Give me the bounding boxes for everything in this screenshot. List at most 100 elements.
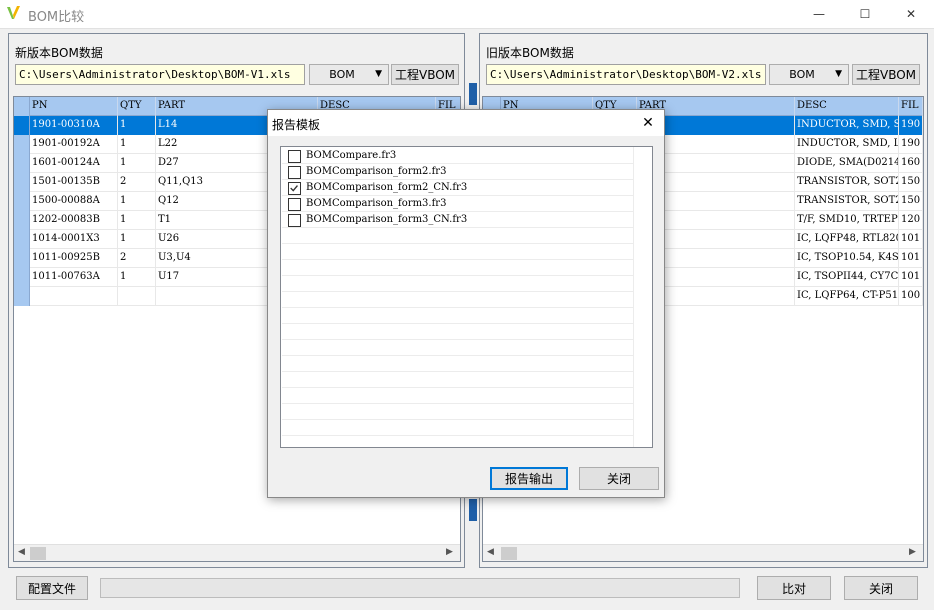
old-bom-type-select[interactable]: BOM ▼ (769, 64, 849, 85)
empty-row (282, 404, 634, 420)
row-indicator (14, 192, 30, 211)
cell-desc[interactable]: IC, LQFP64, CT-P51A (795, 287, 899, 306)
bottom-bar: 配置文件 比对 关闭 (0, 571, 934, 610)
row-indicator (14, 116, 30, 135)
cell-pn[interactable]: 1014-0001X3 (30, 230, 118, 249)
dialog-title-bar: 报告模板 ✕ (268, 110, 664, 136)
cell-fil[interactable]: 190 (899, 135, 923, 154)
cell-qty[interactable] (118, 287, 156, 306)
cell-pn[interactable]: 1011-00925B (30, 249, 118, 268)
window-close-button[interactable]: ✕ (888, 0, 934, 28)
col-header-qty[interactable]: QTY (118, 97, 156, 116)
row-indicator (14, 287, 30, 306)
cell-qty[interactable]: 2 (118, 173, 156, 192)
template-checkbox[interactable] (288, 150, 301, 163)
template-label: BOMComparison_form2_CN.fr3 (306, 182, 468, 193)
cell-fil[interactable]: 101 (899, 249, 923, 268)
splitter-grip-bottom-icon[interactable] (469, 499, 477, 521)
cell-fil[interactable]: 101 (899, 268, 923, 287)
cell-fil[interactable]: 100 (899, 287, 923, 306)
col-header-pn[interactable]: PN (30, 97, 118, 116)
progress-bar (100, 578, 740, 598)
template-checkbox[interactable] (288, 198, 301, 211)
cell-fil[interactable]: 150 (899, 173, 923, 192)
cell-qty[interactable]: 1 (118, 192, 156, 211)
cell-fil[interactable]: 160 (899, 154, 923, 173)
cell-qty[interactable]: 1 (118, 230, 156, 249)
cell-pn[interactable]: 1901-00192A (30, 135, 118, 154)
scroll-left-icon[interactable]: ◀ (487, 547, 494, 557)
cell-pn[interactable]: 1601-00124A (30, 154, 118, 173)
maximize-button[interactable]: ☐ (842, 0, 888, 28)
template-list[interactable]: BOMCompare.fr3 BOMComparison_form2.fr3 B… (280, 146, 653, 448)
window-title-bar: BOM比较 — ☐ ✕ (0, 0, 934, 28)
cell-pn[interactable]: 1202-00083B (30, 211, 118, 230)
minimize-button[interactable]: — (796, 0, 842, 28)
cell-pn[interactable]: 1901-00310A (30, 116, 118, 135)
template-item[interactable]: BOMComparison_form2.fr3 (282, 164, 634, 180)
template-item[interactable]: BOMComparison_form3_CN.fr3 (282, 212, 634, 228)
old-bom-horizontal-scrollbar[interactable]: ◀ ▶ (483, 544, 923, 561)
scroll-thumb[interactable] (30, 547, 46, 560)
template-item[interactable]: BOMComparison_form3.fr3 (282, 196, 634, 212)
new-bom-path-input[interactable]: C:\Users\Administrator\Desktop\BOM-V1.xl… (15, 64, 305, 85)
cell-qty[interactable]: 1 (118, 116, 156, 135)
col-header-desc[interactable]: DESC (795, 97, 899, 116)
config-file-button[interactable]: 配置文件 (16, 576, 88, 600)
empty-row (282, 228, 634, 244)
old-bom-path-input[interactable]: C:\Users\Administrator\Desktop\BOM-V2.xl… (486, 64, 766, 85)
cell-desc[interactable]: INDUCTOR, SMD, SCD0 (795, 116, 899, 135)
scroll-left-icon[interactable]: ◀ (18, 547, 25, 557)
cell-desc[interactable]: T/F, SMD10, TRTEP13 (795, 211, 899, 230)
cell-qty[interactable]: 2 (118, 249, 156, 268)
cell-desc[interactable]: TRANSISTOR, SOT23- (795, 173, 899, 192)
cell-qty[interactable]: 1 (118, 211, 156, 230)
old-vbom-button[interactable]: 工程VBOM (852, 64, 920, 85)
template-checkbox[interactable] (288, 166, 301, 179)
cell-qty[interactable]: 1 (118, 154, 156, 173)
cell-desc[interactable]: IC, LQFP48, RTL8201 (795, 230, 899, 249)
template-checkbox-checked[interactable] (288, 182, 301, 195)
compare-button[interactable]: 比对 (757, 576, 831, 600)
template-item[interactable]: BOMCompare.fr3 (282, 148, 634, 164)
cell-desc[interactable]: IC, TSOPII44, CY7C1 (795, 268, 899, 287)
report-export-button[interactable]: 报告输出 (490, 467, 568, 490)
template-checkbox[interactable] (288, 214, 301, 227)
cell-fil[interactable]: 190 (899, 116, 923, 135)
maximize-icon: ☐ (859, 7, 871, 21)
cell-qty[interactable]: 1 (118, 135, 156, 154)
scroll-right-icon[interactable]: ▶ (909, 547, 916, 557)
cell-desc[interactable]: IC, TSOP10.54, K4S64 (795, 249, 899, 268)
close-button[interactable]: 关闭 (844, 576, 918, 600)
dialog-cancel-button[interactable]: 关闭 (579, 467, 659, 490)
new-bom-horizontal-scrollbar[interactable]: ◀ ▶ (14, 544, 460, 561)
new-vbom-button[interactable]: 工程VBOM (391, 64, 459, 85)
cell-pn[interactable] (30, 287, 118, 306)
cell-desc[interactable]: DIODE, SMA(D0214AC (795, 154, 899, 173)
empty-row (282, 356, 634, 372)
new-bom-type-value: BOM (329, 68, 355, 81)
template-label: BOMComparison_form3_CN.fr3 (306, 214, 468, 225)
cell-desc[interactable]: TRANSISTOR, SOT23, (795, 192, 899, 211)
app-logo-icon (7, 6, 20, 19)
new-bom-type-select[interactable]: BOM ▼ (309, 64, 389, 85)
scroll-thumb[interactable] (501, 547, 517, 560)
cell-pn[interactable]: 1501-00135B (30, 173, 118, 192)
cell-pn[interactable]: 1011-00763A (30, 268, 118, 287)
splitter-grip-top-icon[interactable] (469, 83, 477, 105)
cell-pn[interactable]: 1500-00088A (30, 192, 118, 211)
template-item[interactable]: BOMComparison_form2_CN.fr3 (282, 180, 634, 196)
cell-desc[interactable]: INDUCTOR, SMD, LSRH (795, 135, 899, 154)
template-label: BOMComparison_form3.fr3 (306, 198, 447, 209)
cell-qty[interactable]: 1 (118, 268, 156, 287)
cell-fil[interactable]: 150 (899, 192, 923, 211)
row-indicator (14, 211, 30, 230)
col-header-fil[interactable]: FIL (899, 97, 923, 116)
row-indicator (14, 230, 30, 249)
cell-fil[interactable]: 120 (899, 211, 923, 230)
dialog-close-button[interactable]: ✕ (634, 112, 662, 134)
empty-row (282, 388, 634, 404)
scroll-right-icon[interactable]: ▶ (446, 547, 453, 557)
cell-fil[interactable]: 101 (899, 230, 923, 249)
chevron-down-icon: ▼ (835, 69, 842, 79)
